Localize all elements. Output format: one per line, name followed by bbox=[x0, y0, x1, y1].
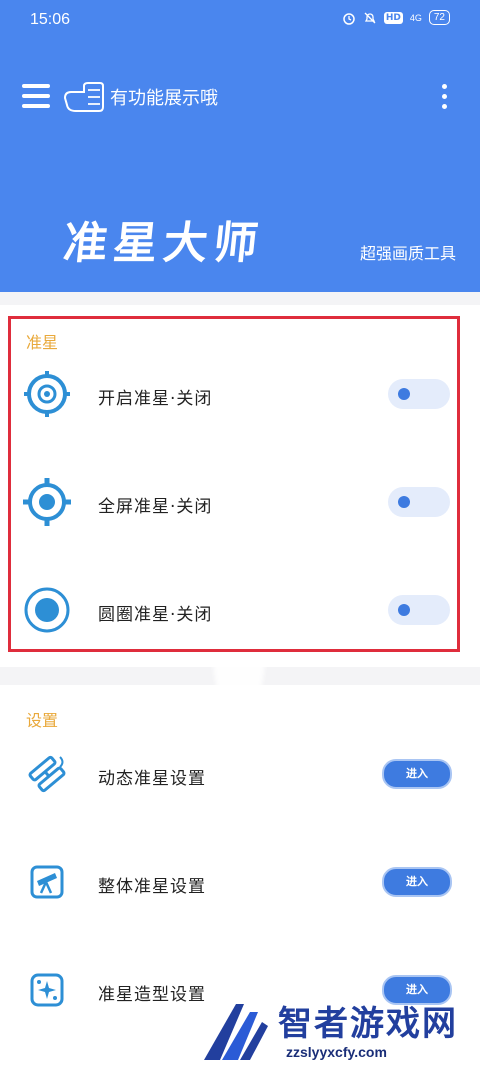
overall-settings-enter-button[interactable]: 进入 bbox=[382, 867, 452, 897]
section-title-crosshair: 准星 bbox=[26, 333, 59, 352]
hd-badge: HD bbox=[383, 11, 403, 24]
status-bar: 15:06 HD 4G 72 bbox=[0, 0, 480, 42]
watermark-text: 智者游戏网 bbox=[278, 1004, 458, 1044]
circle-crosshair-toggle[interactable] bbox=[388, 595, 450, 625]
glare-overlay bbox=[212, 570, 266, 720]
row-label: 准星造型设置 bbox=[98, 985, 206, 1005]
satellite-icon bbox=[28, 755, 66, 793]
crosshair-dot-icon bbox=[23, 478, 71, 526]
crosshair-ring-icon bbox=[24, 371, 70, 417]
sparkle-icon bbox=[30, 973, 64, 1007]
watermark-logo-icon bbox=[204, 1004, 268, 1060]
status-time: 15:06 bbox=[30, 11, 71, 28]
telescope-icon bbox=[30, 865, 64, 899]
mute-bell-icon bbox=[364, 12, 376, 23]
toggle-knob bbox=[398, 388, 410, 400]
network-indicator: 4G bbox=[409, 12, 422, 23]
pointing-hand-icon bbox=[63, 82, 104, 112]
row-label: 动态准星设置 bbox=[98, 769, 206, 789]
fullscreen-crosshair-toggle[interactable] bbox=[388, 487, 450, 517]
status-icons: HD 4G 72 bbox=[342, 10, 450, 25]
hamburger-menu-icon[interactable] bbox=[22, 84, 50, 110]
open-crosshair-toggle[interactable] bbox=[388, 379, 450, 409]
section-title-settings: 设置 bbox=[26, 711, 59, 730]
battery-indicator: 72 bbox=[428, 10, 450, 25]
app-subtitle: 超强画质工具 bbox=[359, 244, 456, 263]
glare-overlay bbox=[212, 780, 266, 930]
toggle-knob bbox=[398, 604, 410, 616]
row-label: 全屏准星·关闭 bbox=[98, 497, 213, 517]
circle-target-icon bbox=[24, 587, 70, 633]
glare-overlay bbox=[212, 370, 266, 520]
app-title: 准星大师 bbox=[60, 218, 267, 269]
more-options-icon[interactable] bbox=[440, 84, 448, 112]
row-label: 开启准星·关闭 bbox=[98, 389, 213, 409]
row-label: 整体准星设置 bbox=[98, 877, 206, 897]
watermark: 智者游戏网 zzslyyxcfy.com bbox=[200, 996, 480, 1067]
row-label: 圆圈准星·关闭 bbox=[98, 605, 213, 625]
toolbar-title: 有功能展示哦 bbox=[110, 88, 218, 109]
watermark-url: zzslyyxcfy.com bbox=[286, 1044, 387, 1060]
alarm-icon bbox=[343, 12, 355, 25]
dynamic-settings-enter-button[interactable]: 进入 bbox=[382, 759, 452, 789]
app-header: 有功能展示哦 准星大师 超强画质工具 bbox=[0, 42, 480, 292]
toggle-knob bbox=[398, 496, 410, 508]
